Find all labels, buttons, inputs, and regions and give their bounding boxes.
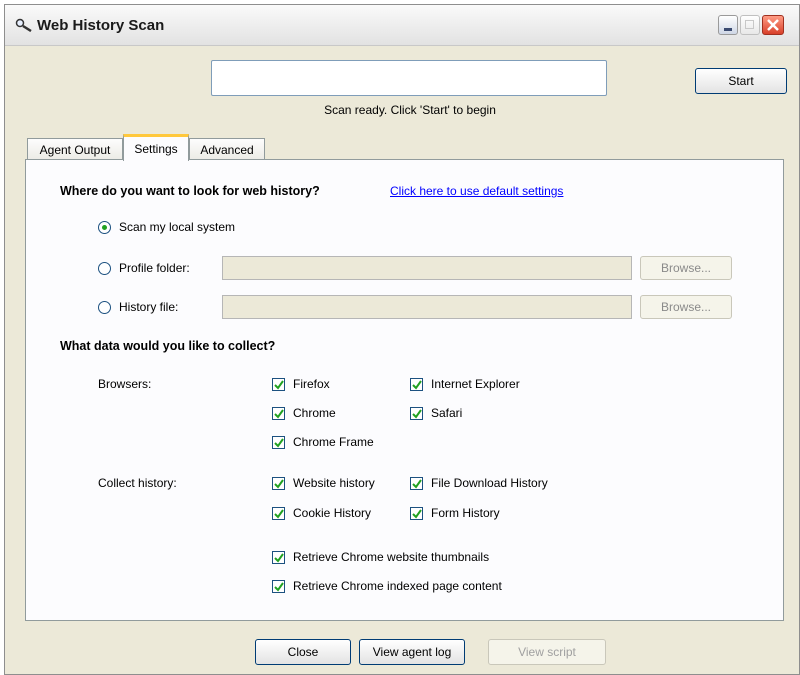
close-button[interactable]: Close xyxy=(255,639,351,665)
checkbox-label: Website history xyxy=(293,476,375,490)
scan-progress-bar xyxy=(211,60,607,96)
app-window: Web History Scan Scan ready. Click 'Star… xyxy=(4,4,800,675)
profile-browse-button[interactable]: Browse... xyxy=(640,256,732,280)
checkmark-icon[interactable] xyxy=(272,550,285,564)
view-agent-log-button[interactable]: View agent log xyxy=(359,639,465,665)
checkmark-icon[interactable] xyxy=(272,377,285,391)
checkmark-icon[interactable] xyxy=(272,435,285,449)
radio-indicator[interactable] xyxy=(98,261,111,275)
checkmark-icon[interactable] xyxy=(410,406,423,420)
maximize-button xyxy=(740,15,760,35)
checkbox-cookie-history[interactable]: Cookie History xyxy=(272,506,371,520)
radio-local-label: Scan my local system xyxy=(119,220,236,234)
checkbox-chrome-thumbnails[interactable]: Retrieve Chrome website thumbnails xyxy=(272,550,489,564)
checkbox-firefox[interactable]: Firefox xyxy=(272,377,330,391)
checkbox-label: Firefox xyxy=(293,377,330,391)
radio-profile-folder[interactable]: Profile folder: xyxy=(98,261,190,275)
checkbox-internet-explorer[interactable]: Internet Explorer xyxy=(410,377,520,391)
radio-indicator[interactable] xyxy=(98,220,111,234)
radio-profile-label: Profile folder: xyxy=(119,261,190,275)
checkbox-chrome-frame[interactable]: Chrome Frame xyxy=(272,435,374,449)
history-file-field[interactable] xyxy=(222,295,632,319)
history-browse-button[interactable]: Browse... xyxy=(640,295,732,319)
checkbox-chrome-indexed-content[interactable]: Retrieve Chrome indexed page content xyxy=(272,579,502,593)
tab-settings[interactable]: Settings xyxy=(123,134,189,161)
browsers-label: Browsers: xyxy=(98,377,152,391)
checkbox-label: Retrieve Chrome indexed page content xyxy=(293,579,502,593)
collect-history-label: Collect history: xyxy=(98,476,177,490)
checkbox-label: Internet Explorer xyxy=(431,377,520,391)
magnifier-icon xyxy=(15,18,32,32)
start-button[interactable]: Start xyxy=(695,68,787,94)
profile-folder-field[interactable] xyxy=(222,256,632,280)
checkbox-label: Retrieve Chrome website thumbnails xyxy=(293,550,490,564)
settings-panel: Where do you want to look for web histor… xyxy=(25,159,784,621)
minimize-button[interactable] xyxy=(718,15,738,35)
window-title: Web History Scan xyxy=(37,17,165,34)
checkbox-chrome[interactable]: Chrome xyxy=(272,406,336,420)
close-window-button[interactable] xyxy=(762,15,784,35)
title-bar[interactable]: Web History Scan xyxy=(5,5,799,46)
scan-status: Scan ready. Click 'Start' to begin xyxy=(324,103,496,117)
checkmark-icon[interactable] xyxy=(272,579,285,593)
radio-local-system[interactable]: Scan my local system xyxy=(98,220,235,234)
checkmark-icon[interactable] xyxy=(410,377,423,391)
checkbox-label: Safari xyxy=(431,406,463,420)
radio-history-file[interactable]: History file: xyxy=(98,300,178,314)
close-icon xyxy=(767,19,779,31)
checkbox-label: File Download History xyxy=(431,476,548,490)
radio-indicator[interactable] xyxy=(98,300,111,314)
radio-history-label: History file: xyxy=(119,300,179,314)
collect-heading: What data would you like to collect? xyxy=(60,339,276,353)
checkmark-icon[interactable] xyxy=(272,476,285,490)
view-script-button: View script xyxy=(488,639,606,665)
checkbox-label: Chrome Frame xyxy=(293,435,374,449)
checkbox-label: Cookie History xyxy=(293,506,372,520)
tab-advanced[interactable]: Advanced xyxy=(189,138,265,160)
where-heading: Where do you want to look for web histor… xyxy=(60,184,320,198)
checkbox-file-download-history[interactable]: File Download History xyxy=(410,476,548,490)
checkbox-safari[interactable]: Safari xyxy=(410,406,462,420)
checkmark-icon[interactable] xyxy=(410,476,423,490)
checkmark-icon[interactable] xyxy=(272,506,285,520)
checkbox-website-history[interactable]: Website history xyxy=(272,476,375,490)
tab-agent-output[interactable]: Agent Output xyxy=(27,138,123,160)
checkbox-form-history[interactable]: Form History xyxy=(410,506,500,520)
checkmark-icon[interactable] xyxy=(272,406,285,420)
default-settings-link[interactable]: Click here to use default settings xyxy=(390,184,563,198)
checkbox-label: Form History xyxy=(431,506,500,520)
checkmark-icon[interactable] xyxy=(410,506,423,520)
checkbox-label: Chrome xyxy=(293,406,336,420)
